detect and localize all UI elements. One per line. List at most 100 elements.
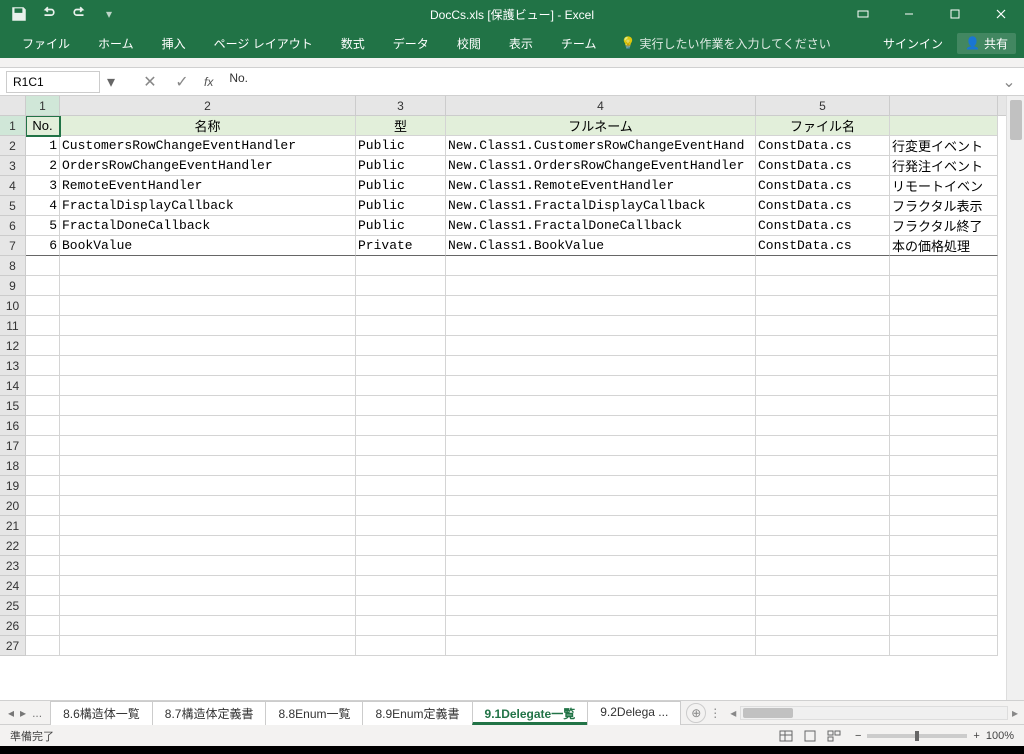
cell[interactable]: ファイル名 [756,116,890,136]
row-header[interactable]: 15 [0,396,26,416]
cell[interactable]: Public [356,136,446,156]
cell[interactable] [356,436,446,456]
cell[interactable] [446,556,756,576]
cell[interactable] [60,576,356,596]
hscroll-right[interactable]: ▸ [1012,706,1018,720]
tell-me-search[interactable]: 💡 実行したい作業を入力してください [610,35,830,52]
cell[interactable] [446,576,756,596]
cancel-formula-button[interactable]: ✕ [136,71,164,93]
fx-icon[interactable]: fx [200,75,217,89]
row-header[interactable]: 8 [0,256,26,276]
cell[interactable]: 5 [26,216,60,236]
row-header[interactable]: 2 [0,136,26,156]
cell[interactable] [446,316,756,336]
cell[interactable]: ConstData.cs [756,216,890,236]
cell[interactable] [756,636,890,656]
cell[interactable] [890,116,998,136]
cell[interactable]: 本の価格処理 [890,236,998,256]
row-header[interactable]: 9 [0,276,26,296]
cell[interactable] [446,516,756,536]
cell[interactable] [756,576,890,596]
tab-page-layout[interactable]: ページ レイアウト [200,28,327,58]
formula-input[interactable]: No. [221,71,996,93]
save-icon[interactable] [10,5,28,23]
cell[interactable] [890,516,998,536]
select-all-corner[interactable] [0,96,26,116]
cell[interactable] [26,496,60,516]
cell[interactable]: No. [26,116,60,136]
cell[interactable] [356,336,446,356]
cell[interactable] [60,496,356,516]
cell[interactable] [446,336,756,356]
row-header[interactable]: 22 [0,536,26,556]
cell[interactable] [26,616,60,636]
cell[interactable] [26,416,60,436]
cell[interactable]: 6 [26,236,60,256]
cell[interactable] [356,316,446,336]
cell[interactable]: FractalDisplayCallback [60,196,356,216]
row-header[interactable]: 3 [0,156,26,176]
row-header[interactable]: 27 [0,636,26,656]
cell[interactable] [26,536,60,556]
row-header[interactable]: 6 [0,216,26,236]
cell[interactable] [446,396,756,416]
cell[interactable]: フラクタル終了 [890,216,998,236]
row-header[interactable]: 18 [0,456,26,476]
tab-list-more[interactable]: ... [32,706,42,720]
row-header[interactable]: 21 [0,516,26,536]
cell[interactable] [446,456,756,476]
row-header[interactable]: 19 [0,476,26,496]
column-header[interactable]: 3 [356,96,446,115]
cell[interactable] [60,296,356,316]
cell[interactable] [60,336,356,356]
row-header[interactable]: 11 [0,316,26,336]
row-header[interactable]: 7 [0,236,26,256]
cell[interactable]: ConstData.cs [756,196,890,216]
cell[interactable] [890,396,998,416]
cell[interactable]: ConstData.cs [756,236,890,256]
cell[interactable] [356,596,446,616]
cell[interactable] [890,356,998,376]
cell[interactable]: 行発注イベント [890,156,998,176]
column-header[interactable]: 4 [446,96,756,115]
cell[interactable] [356,496,446,516]
vertical-scroll-thumb[interactable] [1010,100,1022,140]
cell[interactable]: Public [356,216,446,236]
cell[interactable]: フルネーム [446,116,756,136]
cell[interactable] [60,456,356,476]
cell[interactable]: 3 [26,176,60,196]
cell[interactable] [446,496,756,516]
cell[interactable] [756,516,890,536]
cell[interactable] [26,576,60,596]
tab-formulas[interactable]: 数式 [327,28,379,58]
cell[interactable] [60,416,356,436]
sheet-tab[interactable]: 9.2Delega ... [587,701,681,725]
row-header[interactable]: 14 [0,376,26,396]
cell[interactable] [60,556,356,576]
cell[interactable]: FractalDoneCallback [60,216,356,236]
cell[interactable] [26,436,60,456]
cell[interactable] [756,316,890,336]
undo-icon[interactable] [40,5,58,23]
cell[interactable]: Public [356,176,446,196]
close-button[interactable] [978,0,1024,28]
cell[interactable] [756,376,890,396]
row-header[interactable]: 25 [0,596,26,616]
tab-data[interactable]: データ [379,28,443,58]
cell[interactable] [890,256,998,276]
tab-menu[interactable]: ⋮ [706,706,724,720]
cell[interactable] [890,596,998,616]
cell[interactable] [26,476,60,496]
cell[interactable]: New.Class1.FractalDoneCallback [446,216,756,236]
row-header[interactable]: 17 [0,436,26,456]
cell[interactable] [60,476,356,496]
cell[interactable] [890,336,998,356]
cell[interactable] [60,256,356,276]
row-header[interactable]: 23 [0,556,26,576]
cell[interactable]: Public [356,156,446,176]
cell[interactable]: 4 [26,196,60,216]
cell[interactable] [356,296,446,316]
cell[interactable]: 2 [26,156,60,176]
cell[interactable] [446,536,756,556]
cell[interactable] [890,576,998,596]
